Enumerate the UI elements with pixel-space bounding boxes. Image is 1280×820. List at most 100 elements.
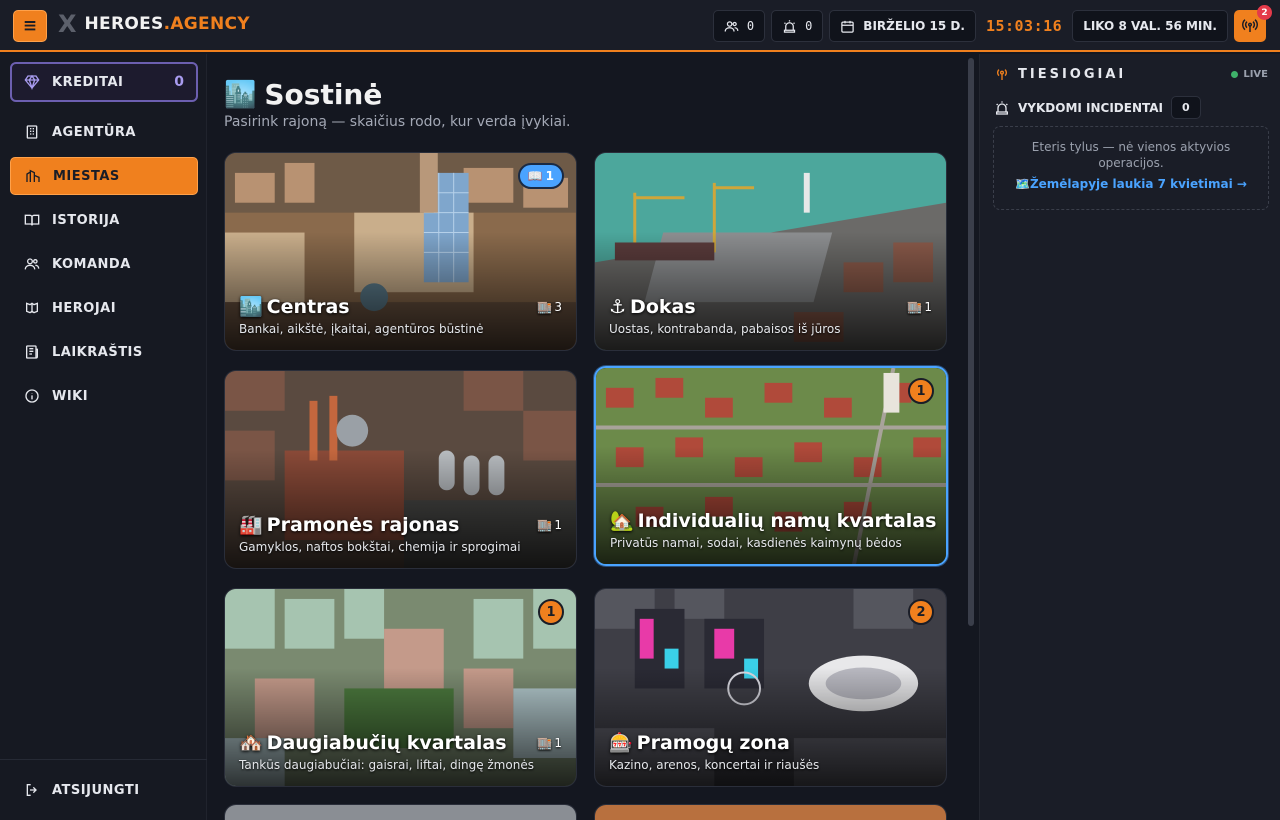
credits-button[interactable]: KREDITAI 0 xyxy=(10,62,198,102)
info-icon xyxy=(25,389,39,403)
time-left: LIKO 8 VAL. 56 MIN. xyxy=(1072,10,1228,42)
sidebar: KREDITAI 0 AGENTŪRA MIESTAS ISTORIJA KOM… xyxy=(0,54,207,820)
sidebar-item-agentura[interactable]: AGENTŪRA xyxy=(10,113,198,151)
top-bar: ≡ X HEROES.AGENCY 0 0 BIRŽELIO 15 D. 15:… xyxy=(0,0,1280,52)
logo[interactable]: X HEROES.AGENCY xyxy=(58,12,250,36)
siren-icon xyxy=(996,100,1008,115)
sidebar-item-herojai[interactable]: HEROJAI xyxy=(10,289,198,327)
city-icon xyxy=(26,169,40,182)
broadcast-icon xyxy=(997,69,1007,80)
district-name: 🏘️ Daugiabučių kvartalas xyxy=(239,731,507,755)
live-indicator: LIVE xyxy=(1231,69,1268,80)
district-card-pramogu-zona[interactable]: 2 🎰 Pramogų zona Kazino, arenos, koncerta… xyxy=(594,588,947,787)
credits-value: 0 xyxy=(174,74,184,90)
date-text: BIRŽELIO 15 D. xyxy=(863,19,965,33)
district-desc: Tankūs daugiabučiai: gaisrai, liftai, di… xyxy=(239,758,534,772)
district-card-individualiu-namu-kvartalas[interactable]: 1 🏡 Individualių namų kvartalas Privatūs … xyxy=(594,366,948,566)
heroes-count: 🏬 1 xyxy=(537,736,562,750)
district-desc: Uostas, kontrabanda, pabaisos iš jūros xyxy=(609,322,841,336)
sidebar-item-komanda[interactable]: KOMANDA xyxy=(10,245,198,283)
date-display: BIRŽELIO 15 D. xyxy=(829,10,976,42)
active-incidents-label: VYKDOMI INCIDENTAI xyxy=(1018,100,1164,115)
district-card-partial[interactable] xyxy=(224,804,577,820)
page-subtitle: Pasirink rajoną — skaičius rodo, kur ver… xyxy=(224,114,571,130)
card-shade xyxy=(595,589,946,786)
sidebar-item-label: WIKI xyxy=(52,388,89,404)
incident-badge: 1 xyxy=(538,599,564,625)
team-count: 0 xyxy=(746,19,755,33)
empty-state: Eteris tylus — nė vienos aktyvios operac… xyxy=(993,126,1269,210)
diamond-icon xyxy=(24,74,40,90)
menu-button[interactable]: ≡ xyxy=(13,10,47,42)
broadcast-icon xyxy=(1242,19,1258,32)
live-panel-title-text: TIESIOGIAI xyxy=(1018,66,1127,82)
sidebar-item-label: KOMANDA xyxy=(52,256,131,272)
sidebar-divider xyxy=(0,759,207,760)
main-content: 🏙️ Sostinė Pasirink rajoną — skaičius ro… xyxy=(208,54,966,820)
hamburger-icon: ≡ xyxy=(22,16,38,36)
card-shade xyxy=(225,371,576,568)
district-desc: Kazino, arenos, koncertai ir riaušės xyxy=(609,758,820,772)
credits-label: KREDITAI xyxy=(52,74,124,90)
sidebar-item-label: ISTORIJA xyxy=(52,212,120,228)
hero-icon: 🏬 xyxy=(537,518,553,532)
incident-badge: 1 xyxy=(908,378,934,404)
card-shade xyxy=(595,153,946,350)
card-shade xyxy=(225,589,576,786)
book-icon: 📖 xyxy=(527,169,543,183)
siren-icon xyxy=(783,19,796,33)
sidebar-item-miestas[interactable]: MIESTAS xyxy=(10,157,198,195)
heroes-icon xyxy=(26,302,38,314)
game-clock: 15:03:16 xyxy=(985,17,1063,35)
users-icon xyxy=(24,258,40,270)
sidebar-item-laikrastis[interactable]: LAIKRAŠTIS xyxy=(10,333,198,371)
sidebar-item-istorija[interactable]: ISTORIJA xyxy=(10,201,198,239)
logout-icon xyxy=(26,784,37,796)
incidents-count: 0 xyxy=(805,19,813,33)
district-card-partial[interactable] xyxy=(594,804,947,820)
story-badge: 📖 1 xyxy=(517,163,564,189)
district-name: 🎰 Pramogų zona xyxy=(609,731,790,755)
alerts-badge: 2 xyxy=(1257,5,1272,20)
heroes-count: 🏬 1 xyxy=(537,518,562,532)
live-panel: TIESIOGIAI LIVE VYKDOMI INCIDENTAI 0 Ete… xyxy=(979,54,1280,820)
district-name: 🏡 Individualių namų kvartalas xyxy=(610,509,937,533)
map-invites-link[interactable]: 🗺️Žemėlapyje laukia 7 kvietimai → xyxy=(1006,177,1256,191)
district-card-pramones-rajonas[interactable]: 🏬 1 🏭 Pramonės rajonas Gamyklos, naftos bo… xyxy=(224,370,577,569)
incident-badge: 2 xyxy=(908,599,934,625)
brand-name: HEROES.AGENCY xyxy=(84,14,250,34)
live-panel-title: TIESIOGIAI xyxy=(994,66,1126,82)
calendar-icon xyxy=(841,20,855,33)
district-image xyxy=(225,805,576,820)
sidebar-item-wiki[interactable]: WIKI xyxy=(10,377,198,415)
district-card-centras[interactable]: 📖 1 🏬 3 🏙️ Centras Bankai, aikštė, įkaitai,… xyxy=(224,152,577,351)
heroes-count: 🏬 3 xyxy=(537,300,562,314)
logout-button[interactable]: ATSIJUNGTI xyxy=(10,771,198,809)
logout-label: ATSIJUNGTI xyxy=(52,782,140,798)
page-title: 🏙️ Sostinė xyxy=(224,78,382,111)
hero-icon: 🏬 xyxy=(537,300,553,314)
cityscape-icon: 🏙️ xyxy=(224,79,257,110)
sidebar-item-label: HEROJAI xyxy=(52,300,117,316)
hero-icon: 🏬 xyxy=(537,736,553,750)
logo-mark-icon: X xyxy=(58,10,77,38)
sidebar-item-label: LAIKRAŠTIS xyxy=(52,344,143,360)
sidebar-item-label: AGENTŪRA xyxy=(52,124,136,140)
newspaper-icon xyxy=(26,345,38,359)
district-card-daugiabuciu-kvartalas[interactable]: 1 🏬 1 🏘️ Daugiabučių kvartalas Tankūs daug… xyxy=(224,588,577,787)
sidebar-item-label: MIESTAS xyxy=(53,168,120,184)
live-feed-button[interactable]: 2 xyxy=(1234,5,1272,42)
incident-counter[interactable]: 0 xyxy=(771,10,824,42)
hero-icon: 🏬 xyxy=(907,300,923,314)
building-icon xyxy=(26,125,38,139)
heroes-count: 🏬 1 xyxy=(907,300,932,314)
district-image xyxy=(595,805,946,820)
district-card-dokas[interactable]: 🏬 1 ⚓ Dokas Uostas, kontrabanda, pabaisos … xyxy=(594,152,947,351)
scrollbar-thumb[interactable] xyxy=(968,58,974,626)
book-icon xyxy=(24,214,40,226)
active-incidents: VYKDOMI INCIDENTAI 0 xyxy=(994,96,1201,119)
team-counter[interactable]: 0 xyxy=(712,10,766,42)
district-desc: Gamyklos, naftos bokštai, chemija ir spr… xyxy=(239,540,521,554)
district-name: ⚓ Dokas xyxy=(609,296,696,318)
district-name: 🏙️ Centras xyxy=(239,295,350,319)
